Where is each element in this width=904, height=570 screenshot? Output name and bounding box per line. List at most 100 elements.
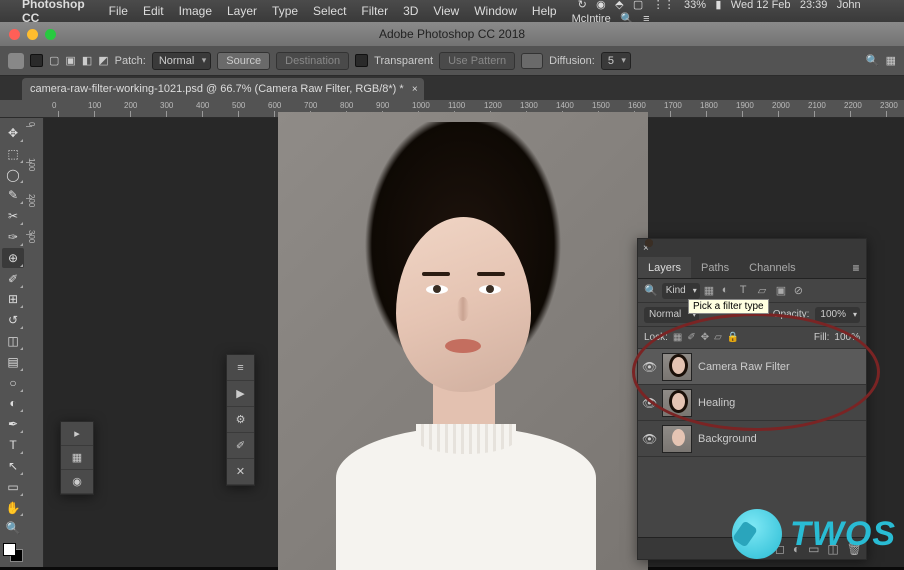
- menu-3d[interactable]: 3D: [403, 4, 418, 18]
- menu-file[interactable]: File: [109, 4, 128, 18]
- menu-edit[interactable]: Edit: [143, 4, 164, 18]
- document-tab[interactable]: × camera-raw-filter-working-1021.psd @ 6…: [22, 78, 424, 100]
- selection-new-icon[interactable]: ▢: [49, 54, 59, 67]
- history-icon[interactable]: ◉: [61, 470, 93, 494]
- lock-brush-icon[interactable]: ✐: [687, 332, 695, 343]
- pan-icon[interactable]: ≡: [227, 355, 254, 381]
- stamp-tool[interactable]: ⊞: [2, 290, 24, 310]
- menu-layer[interactable]: Layer: [227, 4, 257, 18]
- brush-icon[interactable]: ✐: [227, 433, 254, 459]
- search-icon[interactable]: 🔍: [866, 54, 880, 68]
- vertical-ruler[interactable]: 0100200300: [26, 118, 44, 567]
- tab-layers[interactable]: Layers: [638, 257, 691, 278]
- selection-add-icon[interactable]: ▣: [65, 54, 75, 67]
- floating-tools-panel[interactable]: ≡ ▶ ⚙ ✐ ✕: [226, 354, 255, 486]
- marquee-tool[interactable]: ⬚: [2, 144, 24, 164]
- visibility-icon[interactable]: 👁: [642, 396, 656, 410]
- brush-tool[interactable]: ✐: [2, 269, 24, 289]
- menu-help[interactable]: Help: [532, 4, 557, 18]
- eyedropper-tool[interactable]: ✑: [2, 227, 24, 247]
- navigator-panel[interactable]: ▸ ▦ ◉: [60, 421, 94, 495]
- opacity-value[interactable]: 100%: [815, 307, 860, 323]
- lock-position-icon[interactable]: ✥: [701, 332, 709, 343]
- destination-button[interactable]: Destination: [276, 52, 349, 70]
- diffusion-select[interactable]: 5: [601, 52, 631, 70]
- layer-thumbnail[interactable]: [662, 353, 692, 381]
- menu-view[interactable]: View: [433, 4, 459, 18]
- dropbox-icon[interactable]: ⬘: [615, 0, 623, 11]
- close-tab-icon[interactable]: ×: [412, 84, 418, 95]
- type-tool[interactable]: T: [2, 435, 24, 455]
- filter-kind-select[interactable]: Kind: [662, 283, 700, 299]
- layer-row[interactable]: 👁 Camera Raw Filter: [638, 349, 866, 385]
- patch-mode-select[interactable]: Normal: [152, 52, 211, 70]
- menu-window[interactable]: Window: [474, 4, 517, 18]
- eraser-tool[interactable]: ◫: [2, 331, 24, 351]
- menu-image[interactable]: Image: [179, 4, 212, 18]
- move-tool[interactable]: ✥: [2, 123, 24, 143]
- tool-preset-icon[interactable]: [30, 54, 43, 67]
- healing-tool[interactable]: ⊕: [2, 248, 24, 268]
- filter-smart-icon[interactable]: ▣: [776, 284, 790, 298]
- layer-thumbnail[interactable]: [662, 389, 692, 417]
- airplay-icon[interactable]: ▢: [633, 0, 643, 11]
- crop-tool[interactable]: ✂: [2, 206, 24, 226]
- maximize-button[interactable]: [45, 29, 56, 40]
- hand-tool[interactable]: ✋: [2, 498, 24, 518]
- visibility-icon[interactable]: 👁: [642, 360, 656, 374]
- layer-name[interactable]: Background: [698, 433, 757, 445]
- time[interactable]: 23:39: [800, 0, 828, 11]
- menu-select[interactable]: Select: [313, 4, 346, 18]
- navigator-icon[interactable]: ▦: [61, 446, 93, 470]
- selection-intersect-icon[interactable]: ◩: [98, 54, 108, 67]
- battery-icon[interactable]: ▮: [715, 0, 721, 11]
- path-select-tool[interactable]: ↖: [2, 456, 24, 476]
- selection-subtract-icon[interactable]: ◧: [82, 54, 92, 67]
- sync-icon[interactable]: ↻: [578, 0, 587, 11]
- quick-select-tool[interactable]: ✎: [2, 185, 24, 205]
- layer-row[interactable]: 👁 Background: [638, 421, 866, 457]
- close-button[interactable]: [9, 29, 20, 40]
- close-icon[interactable]: ✕: [227, 459, 254, 485]
- fill-value[interactable]: 100%: [834, 332, 860, 343]
- filter-shape-icon[interactable]: ▱: [758, 284, 772, 298]
- transparent-checkbox[interactable]: [355, 54, 368, 67]
- layer-name[interactable]: Healing: [698, 397, 735, 409]
- tab-paths[interactable]: Paths: [691, 257, 739, 278]
- wifi-icon[interactable]: ⋮⋮: [653, 0, 675, 11]
- color-swatches[interactable]: [3, 543, 23, 562]
- shape-tool[interactable]: ▭: [2, 477, 24, 497]
- layer-thumbnail[interactable]: [662, 425, 692, 453]
- panel-collapse-icon[interactable]: ▸: [61, 422, 93, 446]
- visibility-icon[interactable]: 👁: [642, 432, 656, 446]
- menu-type[interactable]: Type: [272, 4, 298, 18]
- filter-pixel-icon[interactable]: ▦: [704, 284, 718, 298]
- dodge-tool[interactable]: ◐: [2, 394, 24, 414]
- play-icon[interactable]: ▶: [227, 381, 254, 407]
- history-brush-tool[interactable]: ↺: [2, 310, 24, 330]
- workspace-switcher-icon[interactable]: ▦: [886, 54, 896, 67]
- filter-type-icon[interactable]: T: [740, 284, 754, 298]
- source-button[interactable]: Source: [217, 52, 270, 70]
- panel-menu-icon[interactable]: ≡: [846, 257, 866, 278]
- zoom-tool[interactable]: 🔍: [2, 518, 24, 538]
- panel-header[interactable]: ×: [638, 239, 866, 257]
- home-icon[interactable]: [8, 53, 24, 69]
- blur-tool[interactable]: ○: [2, 373, 24, 393]
- search-icon[interactable]: 🔍: [644, 284, 658, 297]
- gradient-tool[interactable]: ▤: [2, 352, 24, 372]
- cc-icon[interactable]: ◉: [596, 0, 606, 11]
- lock-all-icon[interactable]: 🔒: [727, 332, 739, 343]
- filter-adjustment-icon[interactable]: ◐: [722, 284, 736, 298]
- lasso-tool[interactable]: ◯: [2, 165, 24, 185]
- pen-tool[interactable]: ✒: [2, 414, 24, 434]
- date[interactable]: Wed 12 Feb: [731, 0, 791, 11]
- use-pattern-button[interactable]: Use Pattern: [439, 52, 515, 70]
- settings-icon[interactable]: ⚙: [227, 407, 254, 433]
- layer-name[interactable]: Camera Raw Filter: [698, 361, 790, 373]
- pattern-swatch[interactable]: [521, 53, 543, 69]
- lock-pixels-icon[interactable]: ▦: [673, 332, 682, 343]
- lock-artboard-icon[interactable]: ▱: [714, 332, 722, 343]
- tab-channels[interactable]: Channels: [739, 257, 805, 278]
- minimize-button[interactable]: [27, 29, 38, 40]
